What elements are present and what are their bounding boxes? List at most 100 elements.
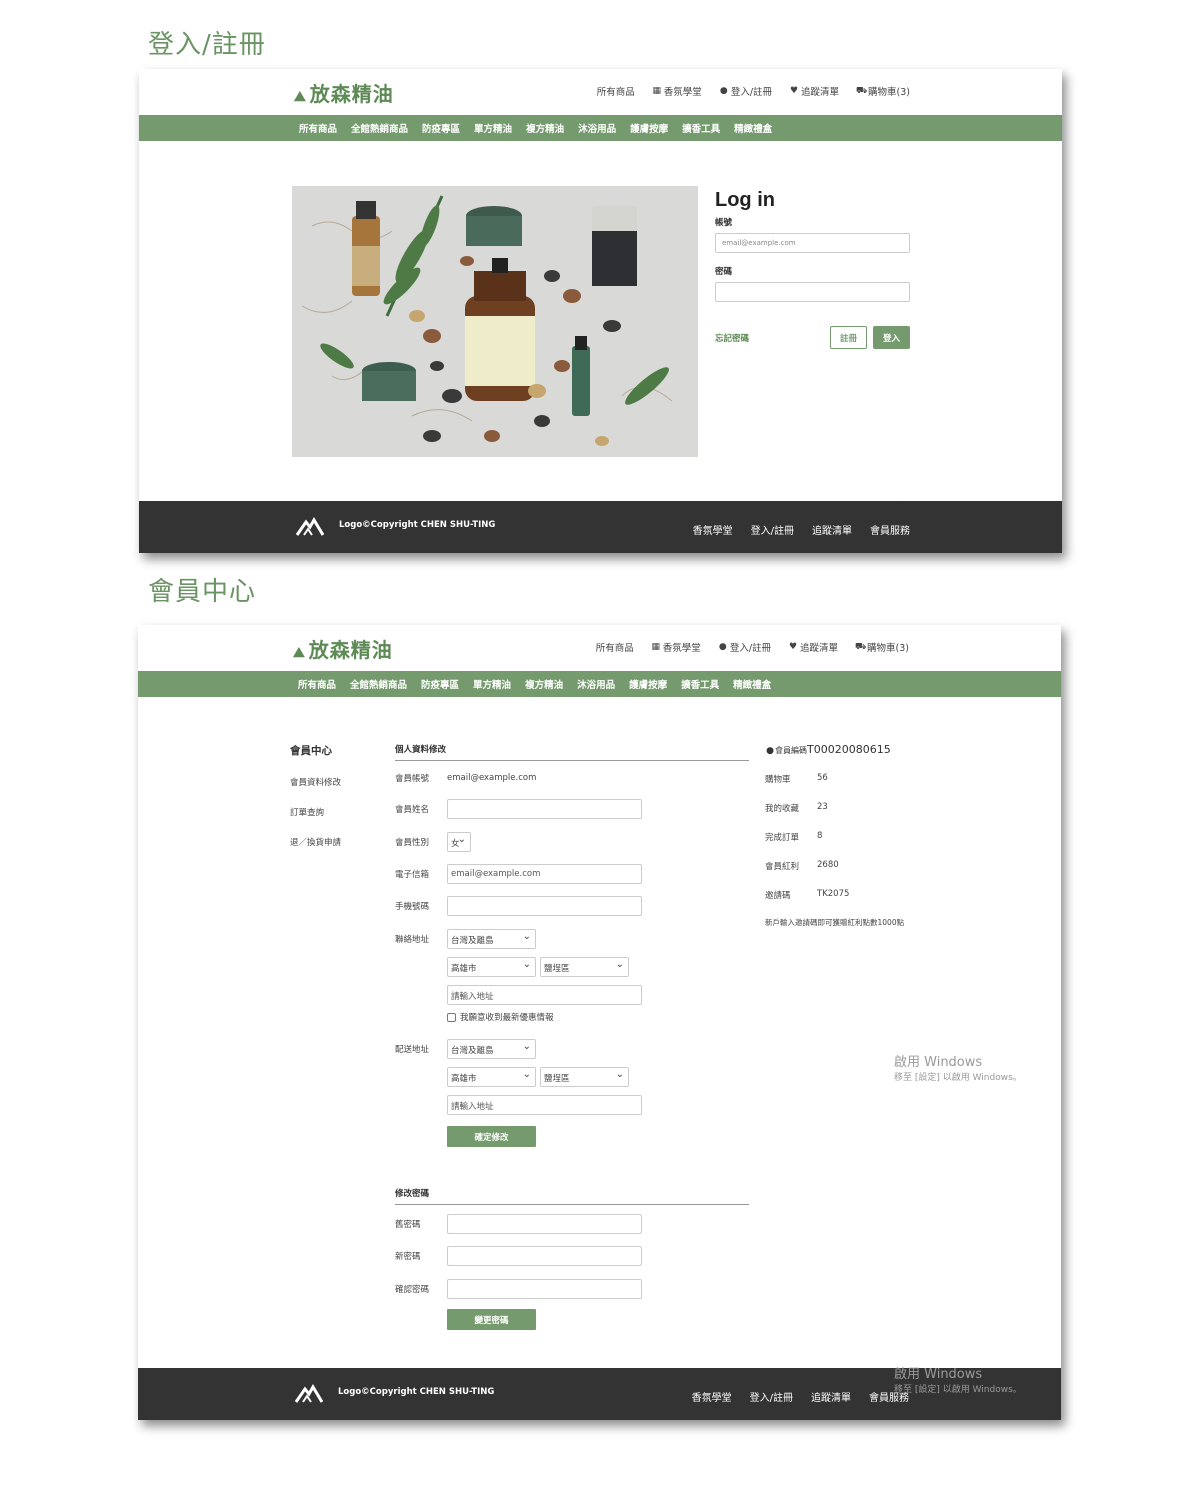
contact-city-select[interactable]: 高雄市 — [447, 957, 536, 977]
user-icon: ● — [766, 746, 774, 756]
footer-mountain-logo-icon[interactable] — [296, 516, 324, 536]
category-item[interactable]: 複方精油 — [526, 121, 564, 135]
footer-copyright: Logo©Copyright CHEN SHU-TING — [338, 1387, 495, 1397]
shipping-district-select[interactable]: 鹽埕區 — [540, 1067, 629, 1087]
footer-mountain-logo-icon[interactable] — [295, 1383, 323, 1403]
invite-note: 新戶輸入邀請碼即可獲贈紅利點數1000點 — [765, 918, 905, 927]
login-button[interactable]: 登入 — [873, 326, 910, 349]
account-row: 會員帳號 email@example.com — [395, 772, 536, 784]
footer-nav-item[interactable]: 登入/註冊 — [750, 1389, 793, 1404]
password-input[interactable] — [715, 282, 910, 302]
footer-nav: 香氛學堂 登入/註冊 追蹤清單 會員服務 — [692, 1389, 909, 1404]
confirm-changes-button[interactable]: 確定修改 — [447, 1126, 536, 1147]
category-item[interactable]: 精緻禮盒 — [734, 121, 772, 135]
category-item[interactable]: 擴香工具 — [682, 121, 720, 135]
category-item[interactable]: 護膚按摩 — [629, 677, 667, 691]
footer-nav-item[interactable]: 香氛學堂 — [692, 1389, 732, 1404]
top-nav-label: 香氛學堂 — [662, 643, 701, 654]
top-nav-wishlist[interactable]: ♥ 追蹤清單 — [788, 640, 838, 654]
category-item[interactable]: 防疫專區 — [421, 677, 459, 691]
contact-address-label: 聯絡地址 — [395, 935, 430, 945]
contact-district-select[interactable]: 鹽埕區 — [540, 957, 629, 977]
category-item[interactable]: 沐浴用品 — [578, 121, 616, 135]
category-item[interactable]: 所有商品 — [299, 121, 337, 135]
change-password-button[interactable]: 變更密碼 — [447, 1309, 536, 1330]
info-value: 56 — [817, 773, 828, 783]
category-item[interactable]: 複方精油 — [525, 677, 563, 691]
shipping-city-select[interactable]: 高雄市 — [447, 1067, 536, 1087]
logo-text: 放森精油 — [309, 82, 394, 106]
phone-label: 手機號碼 — [395, 902, 430, 912]
new-password-input[interactable] — [447, 1246, 642, 1266]
category-item[interactable]: 擴香工具 — [681, 677, 719, 691]
email-input[interactable]: email@example.com — [447, 864, 642, 884]
account-value: email@example.com — [447, 773, 537, 783]
category-item[interactable]: 單方精油 — [473, 677, 511, 691]
account-input[interactable]: email@example.com — [715, 233, 910, 253]
mountain-logo-icon: ⛰ — [293, 645, 306, 661]
category-item[interactable]: 全館熱銷商品 — [351, 121, 408, 135]
product-photo-illustration — [292, 186, 698, 457]
windows-watermark: 啟用 Windows 移至 [設定] 以啟用 Windows。 — [894, 1363, 1022, 1395]
contact-region-select[interactable]: 台灣及離島 — [447, 929, 536, 949]
member-id-value: T00020080615 — [807, 743, 891, 756]
top-nav-login[interactable]: ● 登入/註冊 — [719, 84, 772, 98]
info-row-points: 會員紅利 2680 — [765, 860, 925, 872]
category-item[interactable]: 所有商品 — [298, 677, 336, 691]
sidebar-title: 會員中心 — [290, 745, 332, 757]
top-nav-label: 登入/註冊 — [730, 87, 773, 98]
windows-watermark: 啟用 Windows 移至 [設定] 以啟用 Windows。 — [894, 1051, 1022, 1083]
member-id: ●會員編碼T00020080615 — [765, 743, 925, 756]
confirm-password-input[interactable] — [447, 1279, 642, 1299]
footer-nav-item[interactable]: 登入/註冊 — [751, 522, 794, 537]
user-icon: ● — [718, 642, 727, 652]
register-button[interactable]: 註冊 — [830, 326, 867, 349]
top-nav-academy[interactable]: ▦ 香氛學堂 — [651, 640, 701, 654]
sidebar-item-profile[interactable]: 會員資料修改 — [290, 776, 341, 788]
footer-nav-item[interactable]: 追蹤清單 — [811, 1389, 851, 1404]
sidebar-item-returns[interactable]: 退／換貨申請 — [290, 836, 341, 848]
new-password-row: 新密碼 — [395, 1246, 642, 1266]
shipping-address-input[interactable]: 請輸入地址 — [447, 1095, 642, 1115]
new-password-label: 新密碼 — [395, 1252, 421, 1262]
gender-select[interactable]: 女 — [447, 832, 471, 852]
shipping-region-select[interactable]: 台灣及離島 — [447, 1039, 536, 1059]
info-value: TK2075 — [817, 889, 850, 899]
newsletter-checkbox[interactable] — [447, 1012, 456, 1022]
phone-input[interactable] — [447, 896, 642, 916]
name-row: 會員姓名 — [395, 799, 642, 819]
district-value: 鹽埕區 — [544, 964, 570, 974]
category-item[interactable]: 單方精油 — [474, 121, 512, 135]
sidebar-item-orders[interactable]: 訂單查詢 — [290, 806, 341, 818]
top-nav-cart[interactable]: ⛟ 購物車(3) — [855, 640, 909, 654]
footer-nav-item[interactable]: 追蹤清單 — [812, 522, 852, 537]
city-value: 高雄市 — [451, 964, 477, 974]
footer-nav-item[interactable]: 香氛學堂 — [693, 522, 733, 537]
footer-nav-item[interactable]: 會員服務 — [870, 522, 910, 537]
contact-address-input[interactable]: 請輸入地址 — [447, 985, 642, 1005]
category-item[interactable]: 沐浴用品 — [577, 677, 615, 691]
category-item[interactable]: 護膚按摩 — [630, 121, 668, 135]
site-logo[interactable]: ⛰ 放森精油 — [294, 78, 394, 107]
category-item[interactable]: 全館熱銷商品 — [350, 677, 407, 691]
top-nav-all-products[interactable]: 所有商品 — [596, 640, 634, 654]
top-nav-wishlist[interactable]: ♥ 追蹤清單 — [789, 84, 839, 98]
category-item[interactable]: 精緻禮盒 — [733, 677, 771, 691]
site-logo[interactable]: ⛰ 放森精油 — [293, 634, 393, 663]
category-item[interactable]: 防疫專區 — [422, 121, 460, 135]
top-nav-label: 購物車(3) — [867, 643, 909, 654]
top-nav-login[interactable]: ● 登入/註冊 — [718, 640, 771, 654]
top-nav: 所有商品 ▦ 香氛學堂 ● 登入/註冊 ♥ 追蹤清單 ⛟ 購物車(3) — [597, 84, 910, 98]
shipping-street-row: 請輸入地址 — [395, 1095, 642, 1115]
mountain-logo-icon: ⛰ — [294, 89, 307, 105]
category-bar: 所有商品 全館熱銷商品 防疫專區 單方精油 複方精油 沐浴用品 護膚按摩 擴香工… — [139, 115, 1062, 141]
name-input[interactable] — [447, 799, 642, 819]
forgot-password-link[interactable]: 忘記密碼 — [715, 332, 830, 344]
heart-icon: ♥ — [788, 642, 798, 652]
old-password-input[interactable] — [447, 1214, 642, 1234]
top-nav-all-products[interactable]: 所有商品 — [597, 84, 635, 98]
top-nav-cart[interactable]: ⛟ 購物車(3) — [856, 84, 910, 98]
member-info-panel: ●會員編碼T00020080615 購物車 56 我的收藏 23 完成訂單 8 會員紅… — [765, 743, 925, 928]
product-photo — [292, 186, 698, 457]
top-nav-academy[interactable]: ▦ 香氛學堂 — [652, 84, 702, 98]
